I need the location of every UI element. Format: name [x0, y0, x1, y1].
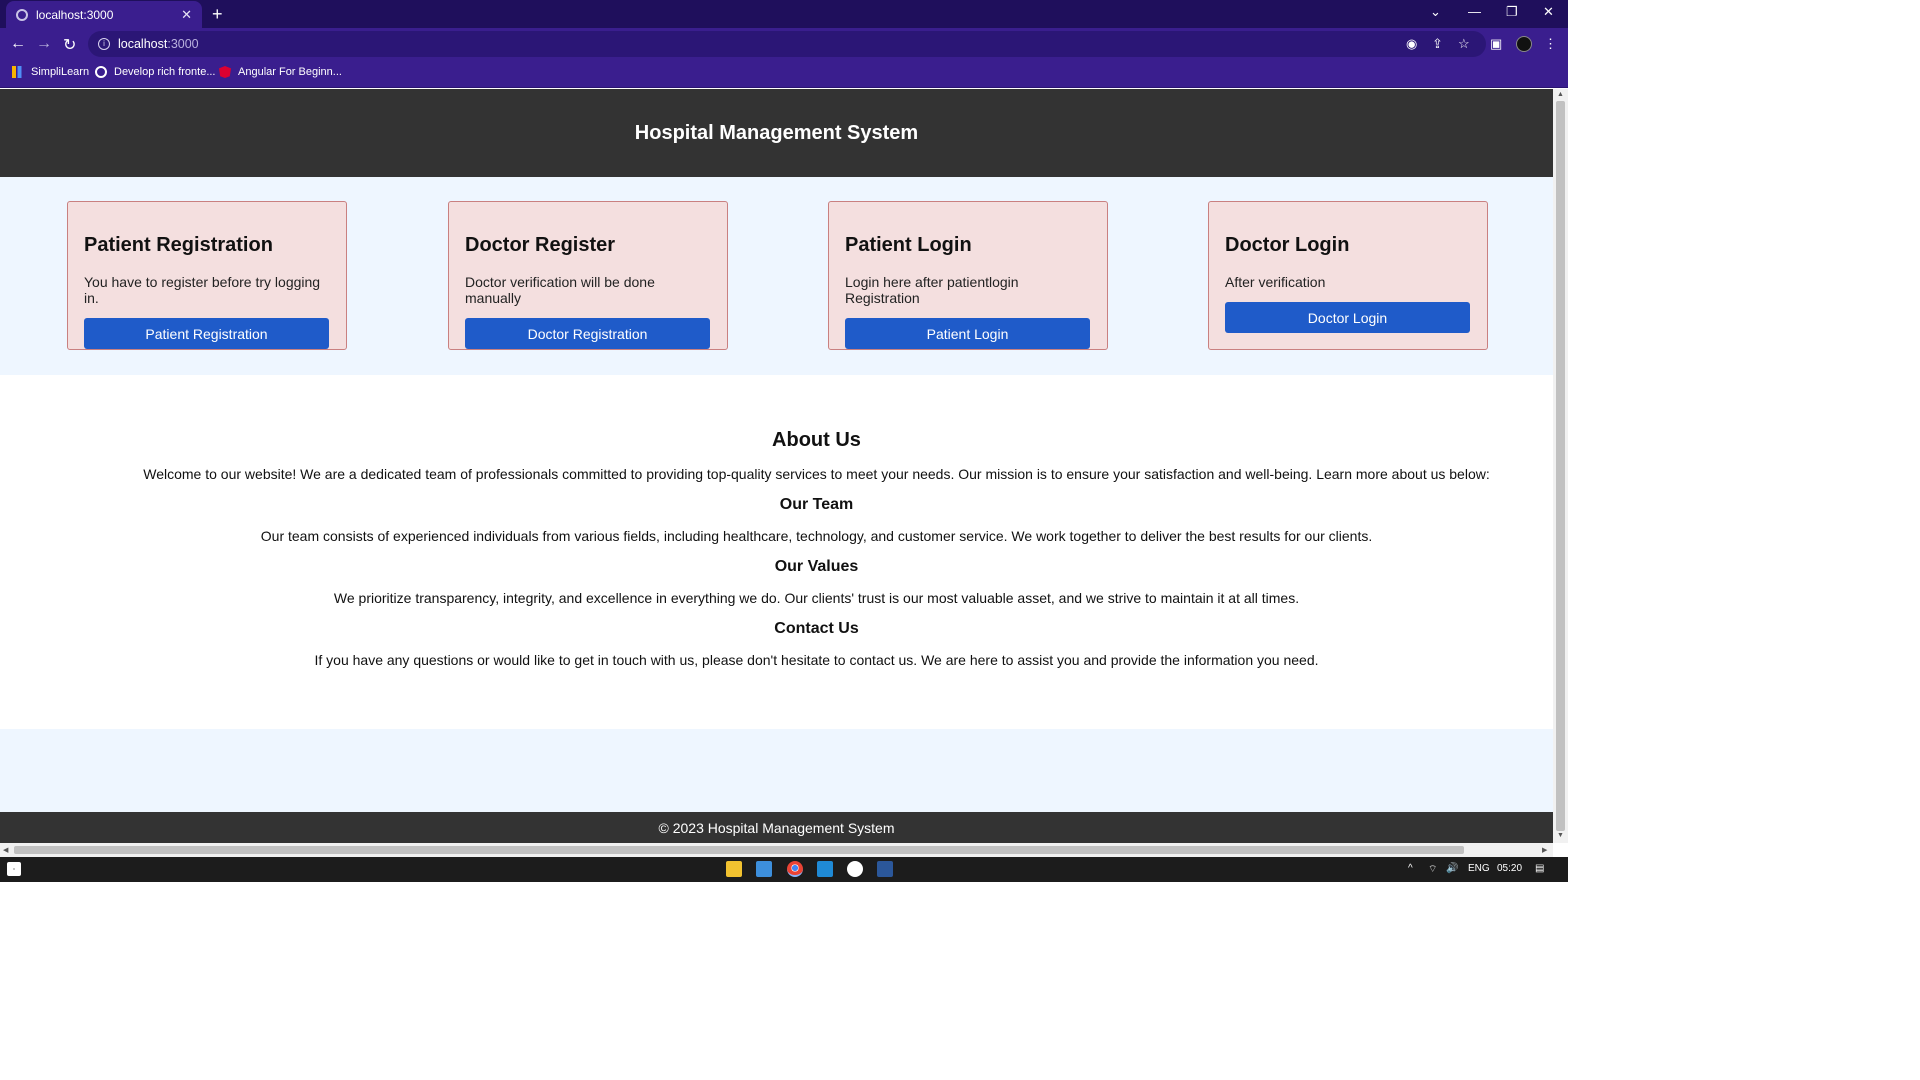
bookmark-star-icon[interactable]: ☆	[1458, 36, 1470, 52]
about-intro: Welcome to our website! We are a dedicat…	[143, 466, 1490, 482]
bookmark-develop-rich-frontend[interactable]: Develop rich fronte...	[95, 66, 216, 78]
volume-icon[interactable]: 🔊	[1446, 863, 1458, 874]
restore-icon[interactable]: ❐	[1506, 4, 1518, 20]
scroll-right-icon[interactable]: ▶	[1542, 846, 1547, 854]
file-explorer-icon[interactable]	[726, 861, 742, 877]
bookmark-label: Develop rich fronte...	[114, 66, 216, 78]
page-footer: © 2023 Hospital Management System	[0, 812, 1553, 843]
angular-icon	[219, 66, 231, 78]
vertical-scrollbar[interactable]: ▲ ▼	[1553, 89, 1568, 843]
doctor-registration-button[interactable]: Doctor Registration	[465, 318, 710, 349]
window-close-icon[interactable]: ✕	[1543, 4, 1554, 20]
values-heading: Our Values	[774, 558, 859, 575]
bookmark-simplilearn[interactable]: SimpliLearn	[12, 66, 89, 78]
horizontal-scroll-thumb[interactable]	[14, 846, 1464, 854]
horizontal-scrollbar[interactable]: ◀ ▶	[0, 843, 1553, 857]
share-icon[interactable]: ⇪	[1432, 36, 1443, 52]
os-taskbar: ^ ⌔ 🔊 ENG 05:20 ▤	[0, 857, 1568, 882]
team-heading: Our Team	[779, 496, 854, 513]
team-text: Our team consists of experienced individ…	[260, 528, 1373, 544]
footer-text: © 2023 Hospital Management System	[658, 819, 895, 836]
card-title: Doctor Register	[465, 234, 616, 256]
patient-registration-button[interactable]: Patient Registration	[84, 318, 329, 349]
contact-heading: Contact Us	[774, 620, 859, 637]
simplilearn-icon	[12, 66, 24, 78]
app-header: Hospital Management System	[0, 89, 1553, 177]
close-tab-icon[interactable]: ✕	[181, 7, 192, 23]
page-title: Hospital Management System	[634, 121, 919, 144]
about-section: About Us Welcome to our website! We are …	[0, 375, 1553, 729]
bookmark-angular-for-beginners[interactable]: Angular For Beginn...	[219, 66, 342, 78]
card-description: After verification	[1225, 274, 1326, 290]
address-bar[interactable]: i localhost:3000	[88, 31, 1486, 57]
contact-text: If you have any questions or would like …	[314, 652, 1319, 668]
wifi-icon[interactable]: ⌔	[1428, 863, 1437, 876]
card-description: Login here after patientlogin Registrati…	[845, 274, 1019, 306]
profile-avatar[interactable]	[1516, 36, 1532, 52]
reload-icon[interactable]: ↻	[63, 35, 76, 55]
side-panel-icon[interactable]: ▣	[1490, 36, 1502, 52]
about-title: About Us	[772, 429, 861, 451]
tab-search-icon[interactable]: ⌄	[1430, 4, 1441, 20]
vertical-scroll-thumb[interactable]	[1556, 101, 1565, 831]
doctor-login-button[interactable]: Doctor Login	[1225, 302, 1470, 333]
card-description: Doctor verification will be done manuall…	[465, 274, 655, 306]
scroll-down-icon[interactable]: ▼	[1557, 832, 1564, 839]
word-icon[interactable]	[877, 861, 893, 877]
tray-chevron-icon[interactable]: ^	[1408, 863, 1413, 874]
globe-icon	[16, 8, 28, 21]
back-icon[interactable]: ←	[10, 35, 26, 53]
spacer-section	[0, 729, 1553, 812]
app-circle-icon[interactable]	[847, 861, 863, 877]
patient-registration-card: Patient Registration You have to registe…	[67, 201, 347, 350]
globe-icon	[95, 66, 107, 78]
values-text: We prioritize transparency, integrity, a…	[333, 590, 1300, 606]
bookmark-label: SimpliLearn	[31, 66, 90, 78]
page-viewport: Hospital Management System Patient Regis…	[0, 89, 1553, 843]
menu-kebab-icon[interactable]: ⋮	[1544, 36, 1557, 52]
browser-tab-strip: localhost:3000 ✕ + ⌄ — ❐ ✕	[0, 0, 1568, 28]
forward-icon[interactable]: →	[36, 35, 52, 53]
new-tab-button[interactable]: +	[212, 4, 223, 25]
address-host: localhost	[118, 37, 168, 51]
card-title: Doctor Login	[1225, 234, 1350, 256]
scroll-up-icon[interactable]: ▲	[1557, 91, 1564, 98]
address-port: :3000	[167, 37, 199, 51]
doctor-login-card: Doctor Login After verification Doctor L…	[1208, 201, 1488, 350]
patient-login-card: Patient Login Login here after patientlo…	[828, 201, 1108, 350]
chrome-icon[interactable]	[787, 861, 803, 877]
doctor-register-card: Doctor Register Doctor verification will…	[448, 201, 728, 350]
card-title: Patient Login	[845, 234, 972, 256]
scroll-left-icon[interactable]: ◀	[3, 846, 8, 854]
language-indicator[interactable]: ENG	[1468, 863, 1490, 874]
patient-login-button[interactable]: Patient Login	[845, 318, 1090, 349]
site-info-icon[interactable]: i	[98, 38, 110, 50]
windows-start-icon[interactable]	[7, 862, 21, 876]
bookmarks-bar: SimpliLearn Develop rich fronte... Angul…	[0, 60, 1568, 88]
google-lens-icon[interactable]: ◉	[1406, 36, 1417, 52]
desktop-icon[interactable]	[756, 861, 772, 877]
browser-tab[interactable]: localhost:3000 ✕	[6, 1, 202, 28]
bookmark-label: Angular For Beginn...	[238, 66, 342, 78]
browser-toolbar: ← → ↻ i localhost:3000 ◉ ⇪ ☆ ▣ ⋮	[0, 28, 1568, 60]
clock[interactable]: 05:20	[1497, 863, 1522, 874]
card-title: Patient Registration	[84, 234, 273, 256]
action-cards-section: Patient Registration You have to registe…	[0, 177, 1553, 375]
tab-title: localhost:3000	[36, 7, 114, 22]
vscode-icon[interactable]	[817, 861, 833, 877]
minimize-icon[interactable]: —	[1468, 4, 1481, 19]
card-description: You have to register before try logging …	[84, 274, 321, 306]
notifications-icon[interactable]: ▤	[1535, 863, 1544, 874]
